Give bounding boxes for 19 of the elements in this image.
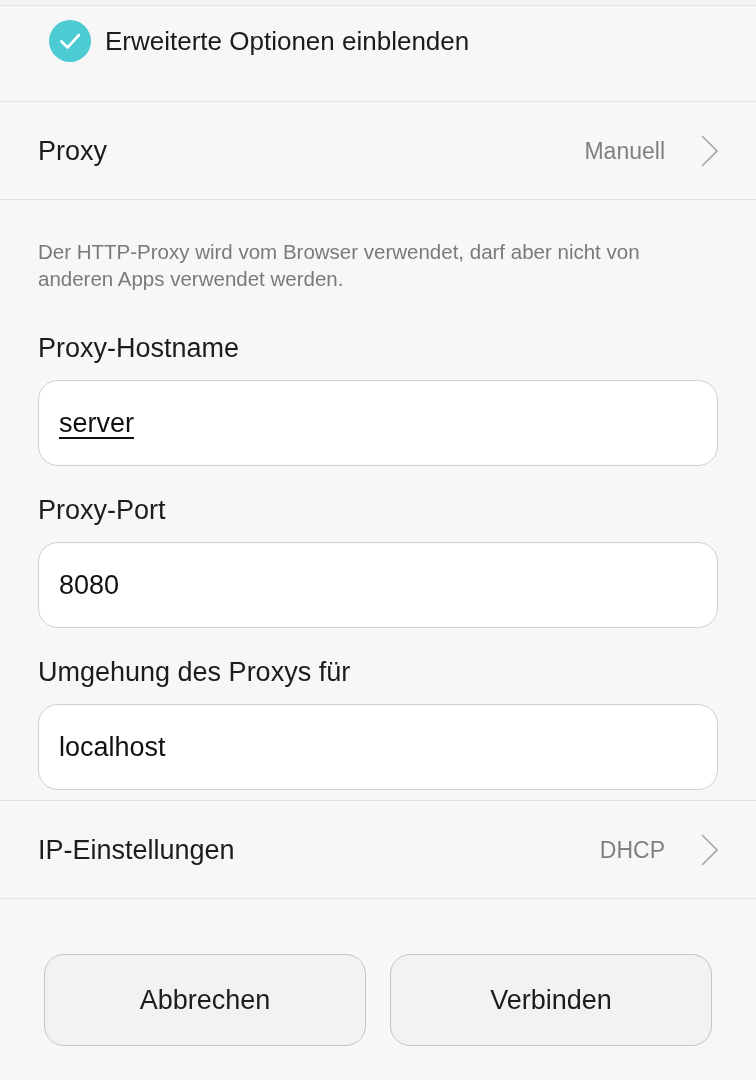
row-value: DHCP bbox=[599, 835, 665, 865]
field-label: Umgehung des Proxys für bbox=[38, 656, 352, 689]
input-field[interactable]: localhost bbox=[38, 704, 718, 790]
row-label: Proxy bbox=[38, 134, 108, 168]
checkbox-label: Erweiterte Optionen einblenden bbox=[105, 25, 470, 58]
chevron-right-icon bbox=[701, 134, 718, 167]
dialog-button[interactable]: Abbrechen bbox=[44, 954, 366, 1046]
field-label: Proxy-Port bbox=[38, 494, 167, 527]
proxy-note: Der HTTP-Proxy wird vom Browser verwendet, darf aber nicht von anderen Apps verwendet werden. bbox=[37, 239, 641, 292]
checkbox-checked-icon[interactable] bbox=[49, 20, 91, 62]
input-field[interactable]: 8080 bbox=[38, 542, 718, 628]
settings-row[interactable]: IP-Einstellungen DHCP bbox=[0, 801, 756, 899]
row-value: Manuell bbox=[584, 136, 665, 166]
settings-row[interactable]: Proxy Manuell bbox=[0, 102, 756, 200]
dialog-button[interactable]: Verbinden bbox=[390, 954, 712, 1046]
field-label: Proxy-Hostname bbox=[38, 332, 241, 365]
input-field[interactable]: server bbox=[38, 380, 718, 466]
chevron-right-icon bbox=[701, 833, 718, 866]
row-label: IP-Einstellungen bbox=[38, 833, 235, 867]
